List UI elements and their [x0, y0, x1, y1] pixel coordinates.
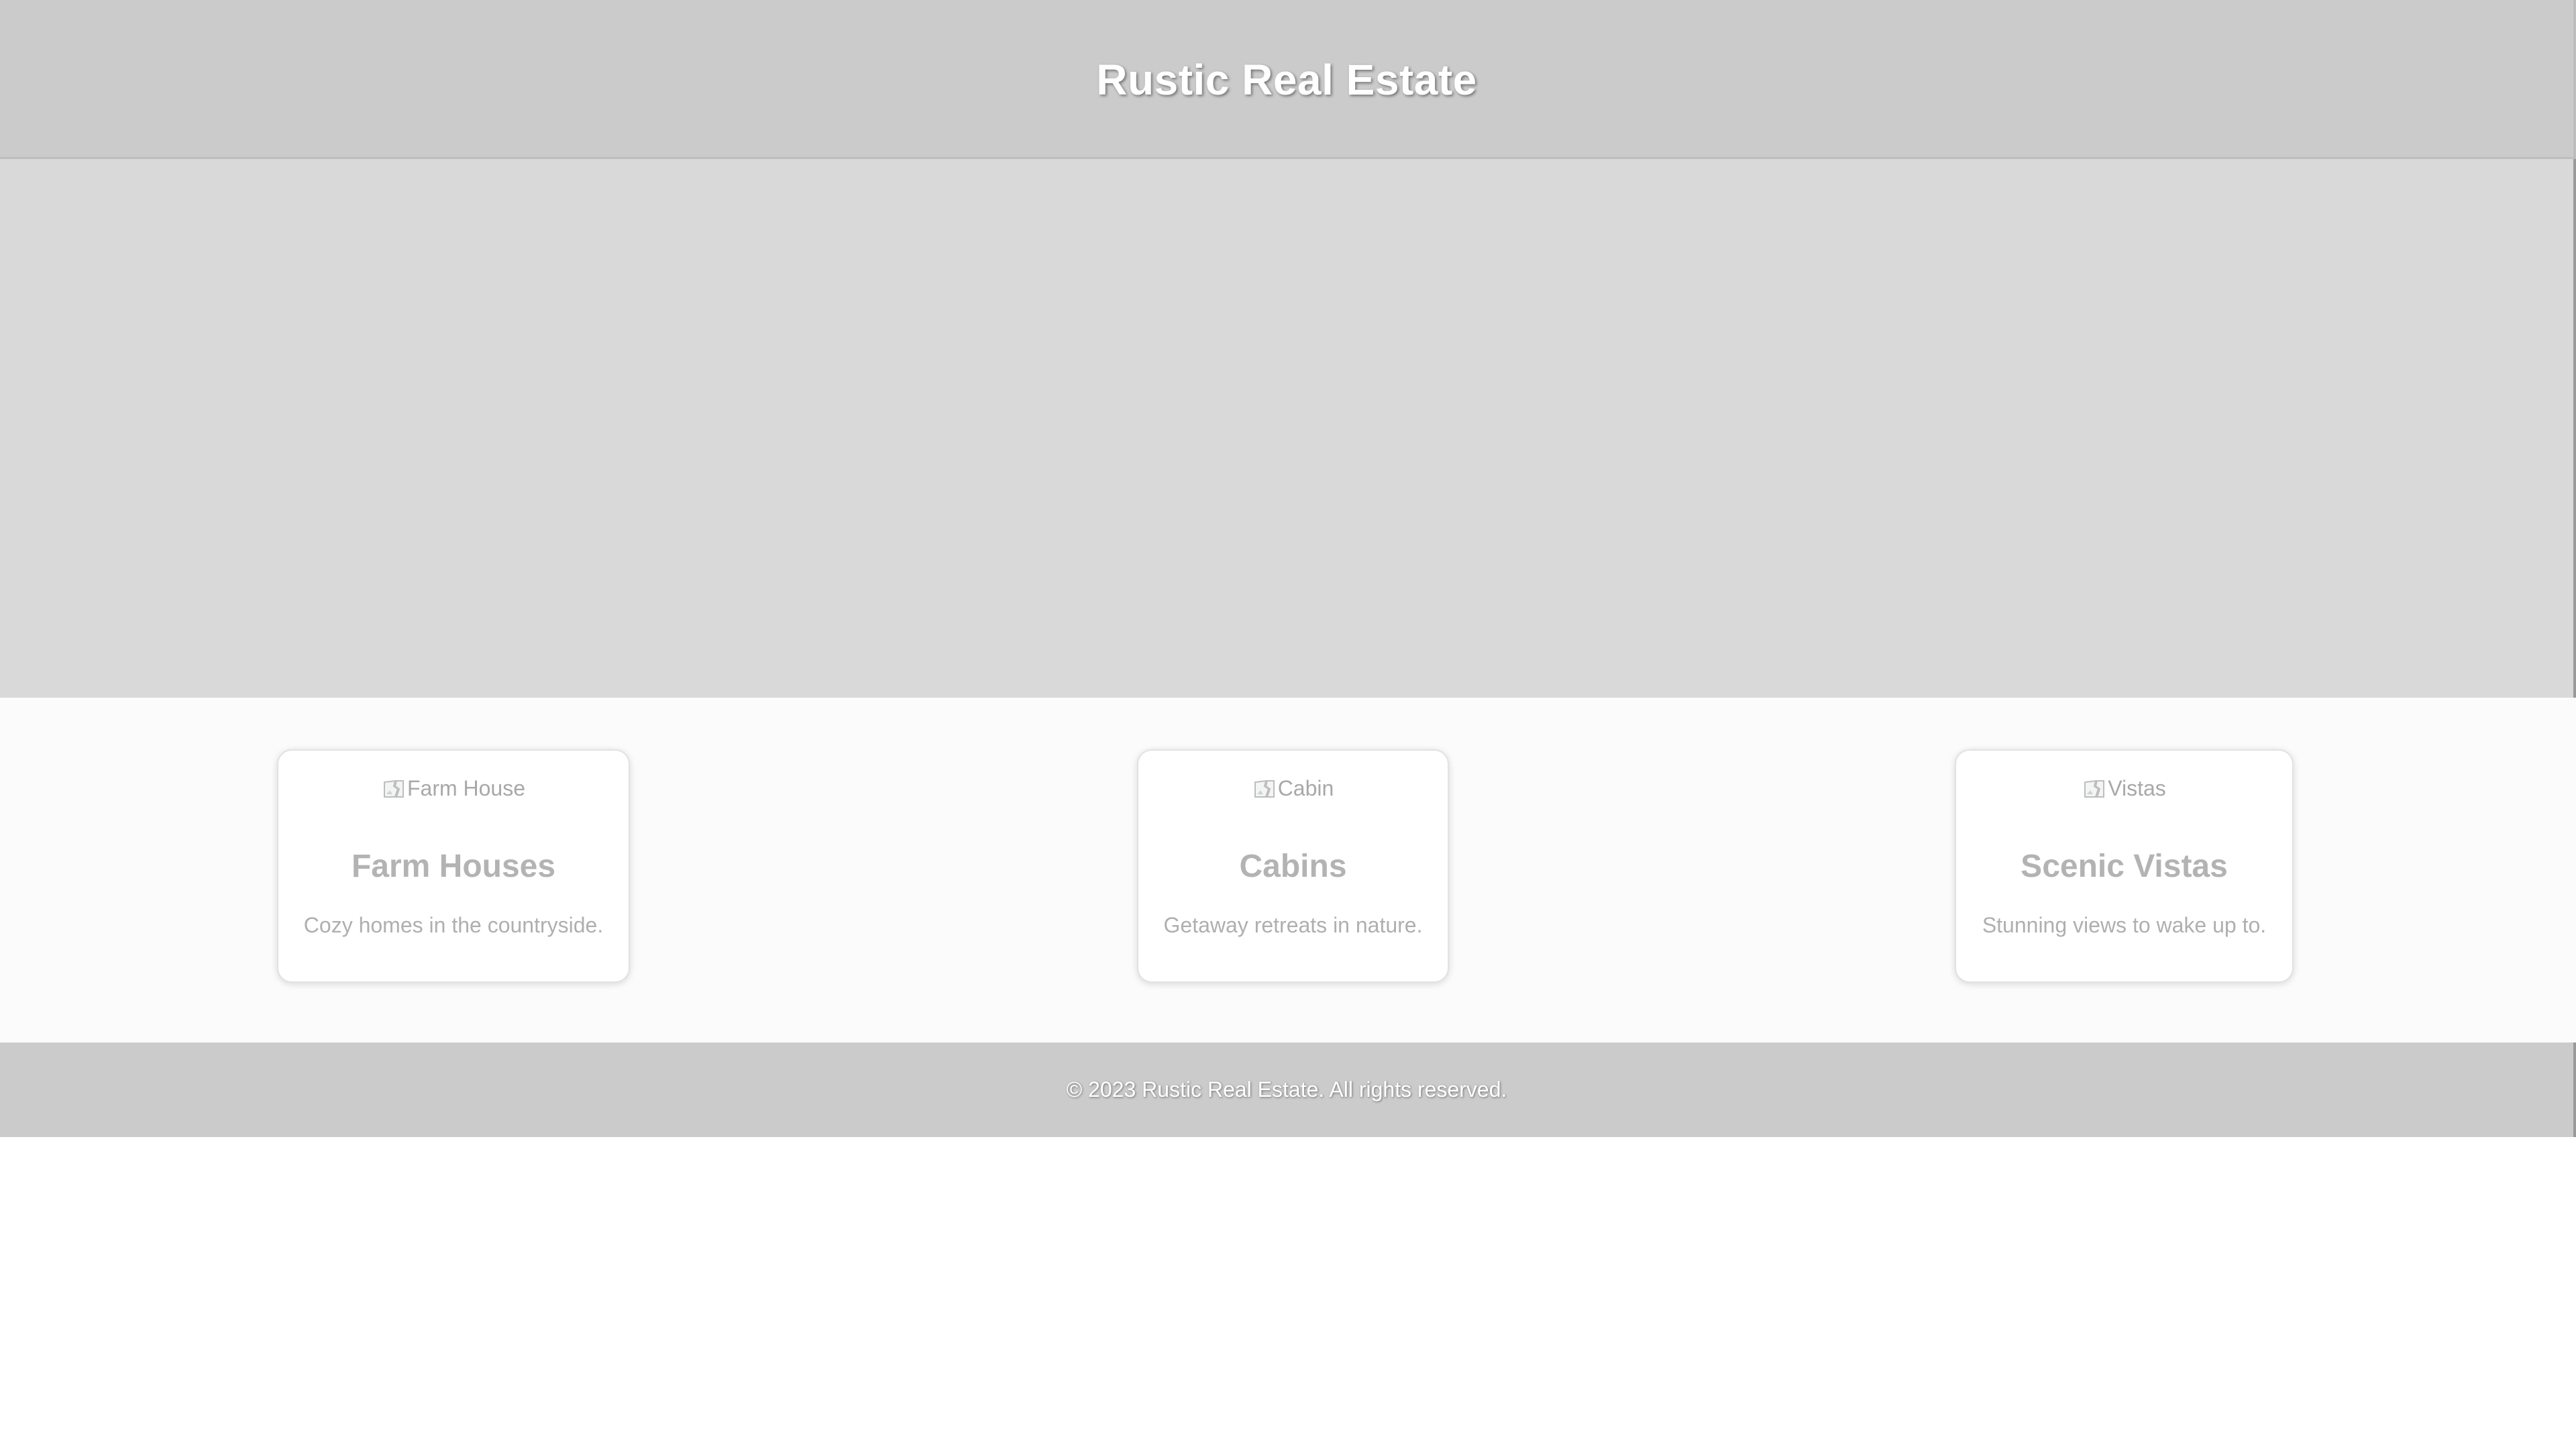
listing-card-scenic-vistas[interactable]: Vistas Scenic Vistas Stunning views to w… — [1955, 749, 2294, 983]
listings-section: Farm House Farm Houses Cozy homes in the… — [0, 698, 2576, 1042]
listing-image: Vistas — [1956, 776, 2292, 801]
listing-image: Farm House — [278, 776, 629, 801]
site-title: Rustic Real Estate — [1096, 56, 1477, 104]
listing-description: Stunning views to wake up to. — [1982, 913, 2267, 937]
site-header: Rustic Real Estate — [0, 0, 2576, 159]
listing-title: Farm Houses — [351, 849, 556, 884]
listing-card-farm-houses[interactable]: Farm House Farm Houses Cozy homes in the… — [277, 749, 630, 983]
listing-image: Cabin — [1138, 776, 1448, 801]
hero-banner — [0, 159, 2576, 698]
footer-copyright: © 2023 Rustic Real Estate. All rights re… — [1066, 1077, 1507, 1102]
broken-image-icon — [382, 777, 406, 801]
listing-image-alt: Farm House — [407, 776, 526, 800]
listing-title: Cabins — [1239, 849, 1347, 884]
listing-description: Cozy homes in the countryside. — [303, 913, 604, 937]
listing-image-alt: Vistas — [2108, 776, 2166, 800]
page: Rustic Real Estate Farm House Farm House… — [0, 0, 2576, 1449]
listing-title: Scenic Vistas — [2021, 849, 2228, 884]
listing-card-cabins[interactable]: Cabin Cabins Getaway retreats in nature. — [1137, 749, 1449, 983]
broken-image-icon — [2082, 777, 2106, 801]
site-footer: © 2023 Rustic Real Estate. All rights re… — [0, 1042, 2576, 1137]
listing-description: Getaway retreats in nature. — [1163, 913, 1423, 937]
broken-image-icon — [1252, 777, 1277, 801]
listing-image-alt: Cabin — [1277, 776, 1334, 800]
